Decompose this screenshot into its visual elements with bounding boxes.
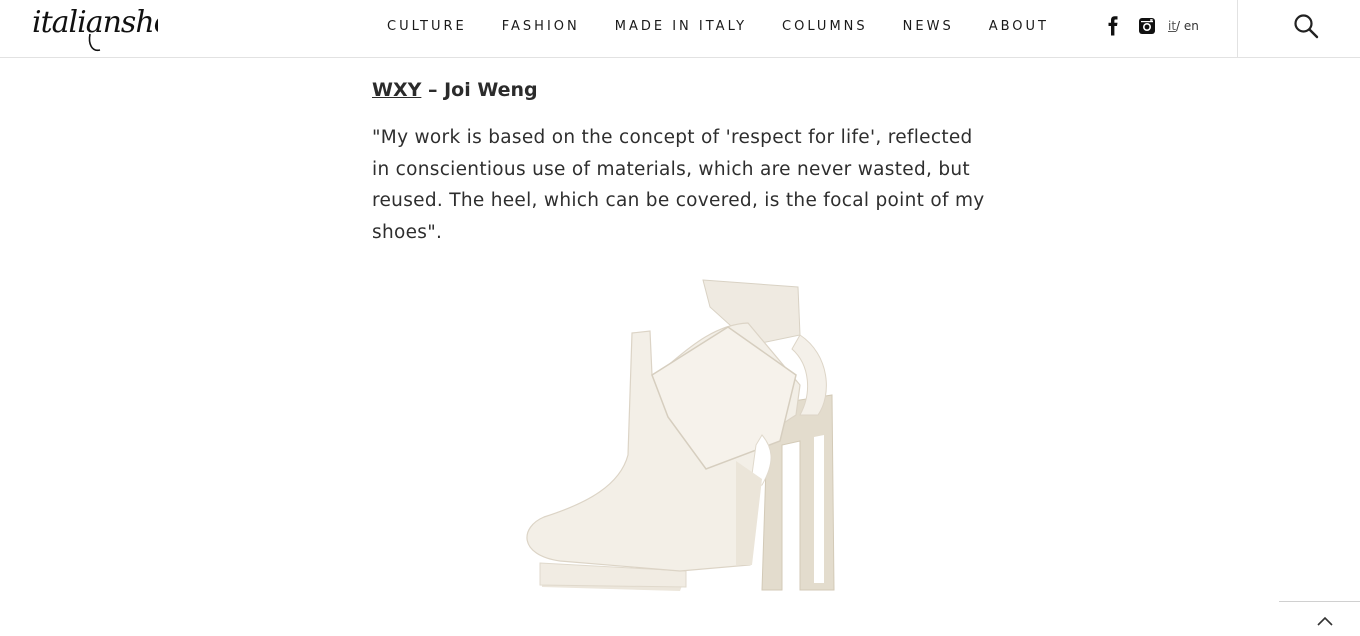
nav-about[interactable]: ABOUT (989, 19, 1049, 35)
site-header: italianshoes CULTURE FASHION MADE IN ITA… (0, 0, 1360, 58)
facebook-icon[interactable] (1107, 16, 1119, 36)
language-switcher: it/ en (1168, 19, 1199, 33)
logo-wordmark: italianshoes (32, 5, 158, 52)
search-icon[interactable] (1293, 13, 1319, 39)
article-designer-heading: WXY – Joi Weng (372, 79, 538, 101)
brand-link[interactable]: WXY (372, 79, 421, 101)
lang-en-link[interactable]: en (1184, 19, 1199, 33)
site-logo[interactable]: italianshoes (30, 0, 158, 56)
nav-culture[interactable]: CULTURE (387, 19, 467, 35)
svg-text:italianshoes: italianshoes (32, 5, 158, 40)
instagram-icon[interactable] (1138, 16, 1156, 36)
lang-separator: / (1176, 19, 1184, 33)
designer-name: – Joi Weng (421, 79, 538, 101)
main-nav: CULTURE FASHION MADE IN ITALY COLUMNS NE… (387, 19, 1084, 35)
header-divider (1237, 0, 1238, 57)
nav-columns[interactable]: COLUMNS (782, 19, 868, 35)
designer-quote: "My work is based on the concept of 'res… (372, 127, 985, 243)
chevron-up-icon (1317, 616, 1333, 626)
lang-it-link[interactable]: it (1168, 19, 1176, 33)
nav-news[interactable]: NEWS (903, 19, 954, 35)
nav-made-in-italy[interactable]: MADE IN ITALY (615, 19, 747, 35)
shoe-image (526, 279, 835, 591)
back-to-top-button[interactable] (1279, 601, 1360, 636)
nav-fashion[interactable]: FASHION (502, 19, 580, 35)
